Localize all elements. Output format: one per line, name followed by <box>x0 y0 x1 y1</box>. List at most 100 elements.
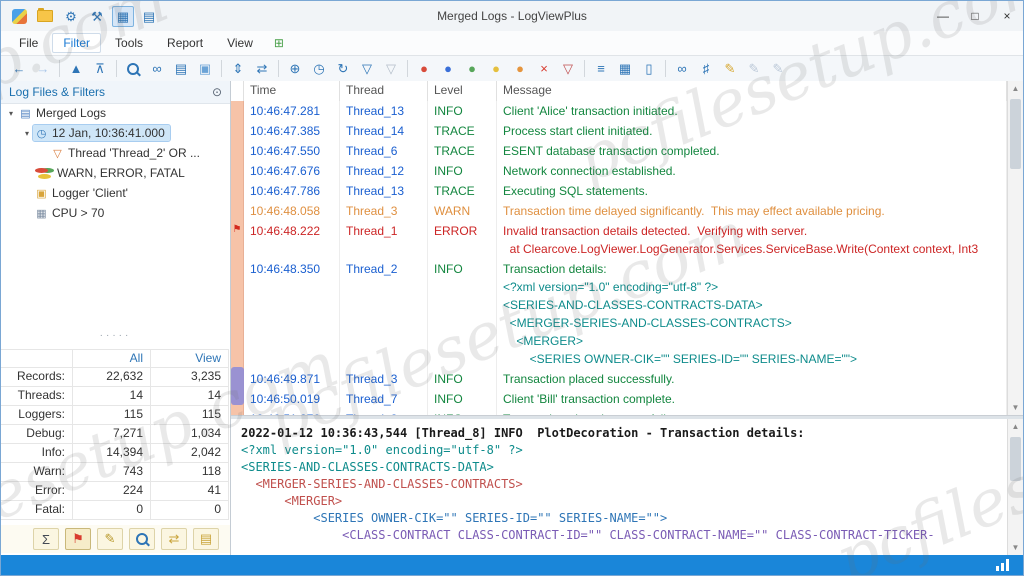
menu-report[interactable]: Report <box>157 34 213 52</box>
edit-icon[interactable]: ✎ <box>97 528 123 550</box>
view-list-icon[interactable]: ≡ <box>590 58 612 79</box>
gutter-scroll-thumb[interactable] <box>231 367 244 405</box>
titlebar: ⚙⚒▦▤ Merged Logs - LogViewPlus —□× <box>1 1 1023 32</box>
log-row[interactable]: 10:46:50.019Thread_7INFOClient 'Bill' tr… <box>231 389 1007 409</box>
log-row[interactable]: 10:46:47.385Thread_14TRACEProcess start … <box>231 121 1007 141</box>
tools-icon[interactable]: ⚒ <box>86 6 108 27</box>
nav-back-icon[interactable]: ← <box>8 58 30 79</box>
customize-icon[interactable]: ⊞ <box>268 33 290 54</box>
settings-icon[interactable]: ⚙ <box>60 6 82 27</box>
scroll-down-arrow[interactable] <box>1008 400 1023 415</box>
expand-all-icon[interactable]: ⇕ <box>227 58 249 79</box>
menu-view[interactable]: View <box>217 34 263 52</box>
log-row[interactable]: 10:46:47.550Thread_6TRACEESENT database … <box>231 141 1007 161</box>
scroll-thumb[interactable] <box>1010 99 1021 169</box>
stats-table: AllViewRecords:22,6323,235Threads:1414Lo… <box>1 349 229 520</box>
tree-item-logger-client[interactable]: ▣Logger 'Client' <box>1 183 230 203</box>
nav-forward-icon[interactable]: → <box>32 58 54 79</box>
tree-item-label: CPU > 70 <box>52 206 104 220</box>
minimize-button[interactable]: — <box>927 2 959 31</box>
stat-value-all: 22,632 <box>73 368 151 386</box>
column-header-level[interactable]: Level <box>428 81 497 101</box>
compare-icon[interactable]: ⇄ <box>161 528 187 550</box>
message-line: Process start client initiated. <box>503 122 1000 140</box>
column-header-message[interactable]: Message <box>497 81 1007 101</box>
log-table-scrollbar[interactable] <box>1007 81 1023 415</box>
detail-scrollbar[interactable] <box>1007 419 1023 555</box>
sidebar-splitter-handle[interactable]: ····· <box>1 331 230 341</box>
level-yellow-icon[interactable]: ● <box>485 58 507 79</box>
chart-icon[interactable] <box>996 559 1013 571</box>
add-filter-icon[interactable]: ⊕ <box>284 58 306 79</box>
log-row[interactable]: 10:46:48.058Thread_3WARNTransaction time… <box>231 201 1007 221</box>
log-row[interactable]: 10:46:48.350Thread_2INFOTransaction deta… <box>231 259 1007 369</box>
find-all-icon[interactable]: ∞ <box>146 58 168 79</box>
merge-logs-button[interactable]: ▦ <box>112 6 134 27</box>
edit-log-icon[interactable]: ✎ <box>719 58 741 79</box>
pin-icon[interactable]: ⊙ <box>212 85 222 99</box>
log-row[interactable]: 10:46:49.871Thread_3INFOTransaction plac… <box>231 369 1007 389</box>
cell-time: 10:46:47.676 <box>244 161 340 181</box>
search-icon[interactable] <box>122 58 144 79</box>
app-logo[interactable] <box>8 6 30 27</box>
detail-scroll-down-arrow[interactable] <box>1008 540 1023 555</box>
tree-item-warn-error-fatal[interactable]: WARN, ERROR, FATAL <box>1 163 230 183</box>
tree-item-label: Logger 'Client' <box>52 186 128 200</box>
stat-row-warn: Warn:743118 <box>1 463 229 482</box>
gutter-cell <box>231 161 244 181</box>
annotate-icon[interactable]: ✎ <box>767 58 789 79</box>
search-notes-icon[interactable] <box>129 528 155 550</box>
level-orange-icon[interactable]: ● <box>509 58 531 79</box>
save-view-icon[interactable]: ▦ <box>614 58 636 79</box>
expander-icon[interactable]: ▾ <box>21 129 33 138</box>
detail-scroll-up-arrow[interactable] <box>1008 419 1023 434</box>
tree-item-label: 12 Jan, 10:36:41.000 <box>52 126 165 140</box>
titlebar-icons: ⚙⚒▦▤ <box>1 6 161 27</box>
log-row[interactable]: 10:46:47.676Thread_12INFONetwork connect… <box>231 161 1007 181</box>
level-red-icon[interactable]: ● <box>413 58 435 79</box>
column-header-thread[interactable]: Thread <box>340 81 428 101</box>
tree-item-thread-thread-2-or[interactable]: ▽Thread 'Thread_2' OR ... <box>1 143 230 163</box>
column-header-time[interactable]: Time <box>244 81 340 101</box>
go-first-icon[interactable]: ⊼ <box>89 58 111 79</box>
scroll-up-arrow[interactable] <box>1008 81 1023 96</box>
wrap-lines-icon[interactable]: ⇄ <box>251 58 273 79</box>
menu-file[interactable]: File <box>9 34 48 52</box>
tree-item-12-jan-10-36-41-000[interactable]: ▾◷12 Jan, 10:36:41.000 <box>1 123 230 143</box>
delete-view-icon[interactable]: ▯ <box>638 58 660 79</box>
time-filter-icon[interactable]: ◷ <box>308 58 330 79</box>
open-folder-icon[interactable] <box>34 6 56 27</box>
menu-tools[interactable]: Tools <box>105 34 153 52</box>
highlight-icon[interactable]: ✎ <box>743 58 765 79</box>
log-stack-icon[interactable]: ▤ <box>138 6 160 27</box>
remove-filter-icon[interactable]: ▽ <box>557 58 579 79</box>
columns-icon[interactable]: ♯ <box>695 58 717 79</box>
level-green-icon[interactable]: ● <box>461 58 483 79</box>
bookmarks-icon[interactable]: ⚑ <box>65 528 91 550</box>
detail-scroll-thumb[interactable] <box>1010 437 1021 481</box>
tree-item-cpu-70[interactable]: ▦CPU > 70 <box>1 203 230 223</box>
menu-filter[interactable]: Filter <box>52 33 101 53</box>
log-row[interactable]: ⚑10:46:48.222Thread_1ERRORInvalid transa… <box>231 221 1007 259</box>
cell-thread: Thread_6 <box>340 141 428 161</box>
log-row[interactable]: 10:46:47.786Thread_13TRACEExecuting SQL … <box>231 181 1007 201</box>
close-button[interactable]: × <box>991 2 1023 31</box>
user-filter-icon[interactable]: ▽ <box>380 58 402 79</box>
stat-value-all: 7,271 <box>73 425 151 443</box>
text-filter-icon[interactable]: ▽ <box>356 58 378 79</box>
copy-icon[interactable]: ▣ <box>194 58 216 79</box>
scroll-top-icon[interactable]: ▲ <box>65 58 87 79</box>
clear-filters-icon[interactable]: × <box>533 58 555 79</box>
level-blue-icon[interactable]: ● <box>437 58 459 79</box>
message-line: Transaction details: <box>503 260 1000 278</box>
log-row[interactable]: 10:46:47.281Thread_13INFOClient 'Alice' … <box>231 101 1007 121</box>
notebook-icon[interactable]: ▤ <box>193 528 219 550</box>
tree-item-merged-logs[interactable]: ▾▤Merged Logs <box>1 103 230 123</box>
summary-icon[interactable]: Σ <box>33 528 59 550</box>
find-bookmarks-icon[interactable]: ∞ <box>671 58 693 79</box>
expander-icon[interactable]: ▾ <box>5 109 17 118</box>
bookmark-flag-icon[interactable]: ⚑ <box>231 221 244 259</box>
refresh-filter-icon[interactable]: ↻ <box>332 58 354 79</box>
print-icon[interactable]: ▤ <box>170 58 192 79</box>
maximize-button[interactable]: □ <box>959 2 991 31</box>
